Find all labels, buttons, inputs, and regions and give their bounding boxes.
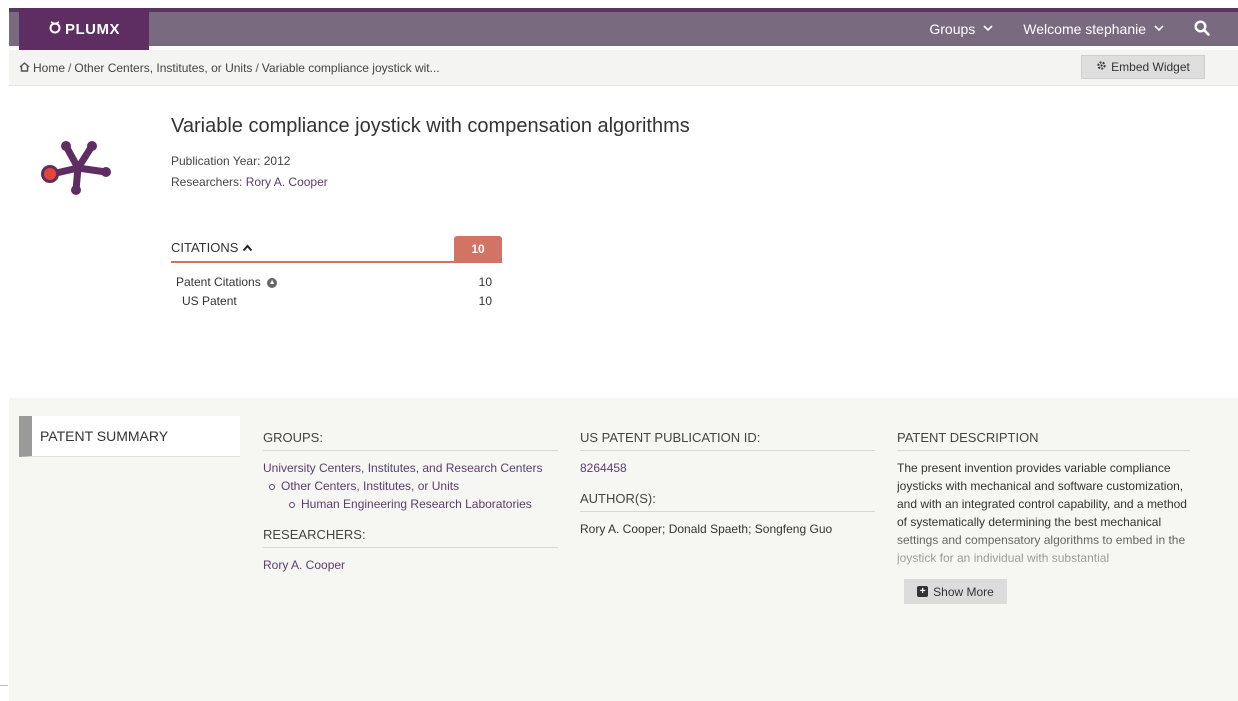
groups-column: GROUPS: University Centers, Institutes, …	[263, 430, 558, 574]
show-more-label: Show More	[933, 584, 994, 599]
description-heading: PATENT DESCRIPTION	[897, 430, 1190, 451]
breadcrumb-bar: Home / Other Centers, Institutes, or Uni…	[9, 50, 1238, 86]
description-fade	[897, 525, 1190, 585]
description-box: The present invention provides variable …	[897, 459, 1190, 585]
embed-widget-label: Embed Widget	[1111, 60, 1190, 74]
chevron-down-icon	[1154, 24, 1164, 35]
researchers-heading: RESEARCHERS:	[263, 527, 558, 548]
embed-widget-button[interactable]: Embed Widget	[1081, 55, 1205, 79]
breadcrumb-separator: /	[255, 61, 259, 75]
divider	[0, 685, 8, 686]
pub-id-column: US PATENT PUBLICATION ID: 8264458 AUTHOR…	[580, 430, 875, 538]
plumx-logo[interactable]: PLUMX	[19, 8, 149, 50]
citations-count-badge: 10	[454, 236, 502, 262]
pub-id-heading: US PATENT PUBLICATION ID:	[580, 430, 875, 451]
publication-year: Publication Year: 2012	[171, 154, 291, 168]
researchers-line: Researchers: Rory A. Cooper	[171, 175, 328, 189]
citation-row-label: US Patent	[182, 294, 237, 308]
chevron-down-icon	[983, 24, 993, 35]
citation-row-value: 10	[478, 275, 492, 289]
summary-researcher-link[interactable]: Rory A. Cooper	[263, 558, 345, 572]
researchers-prefix: Researchers:	[171, 175, 243, 189]
plus-square-icon: +	[917, 586, 929, 597]
groups-heading: GROUPS:	[263, 430, 558, 451]
group-link-university[interactable]: University Centers, Institutes, and Rese…	[263, 461, 542, 475]
breadcrumb: Home / Other Centers, Institutes, or Uni…	[19, 61, 440, 75]
search-icon	[1194, 19, 1210, 39]
group-link-herl[interactable]: Human Engineering Research Laboratories	[301, 497, 532, 511]
citations-label: CITATIONS	[171, 240, 239, 255]
gear-icon	[1096, 60, 1107, 74]
plumx-logo-icon	[48, 20, 62, 38]
authors-heading: AUTHOR(S):	[580, 491, 875, 512]
chevron-up-icon	[242, 240, 253, 255]
citation-row-label: Patent Citations ▲	[176, 275, 278, 289]
breadcrumb-home[interactable]: Home	[33, 61, 65, 75]
pub-id-link[interactable]: 8264458	[580, 461, 627, 475]
breadcrumb-current: Variable compliance joystick wit...	[261, 61, 440, 75]
logo-text: PLUMX	[65, 20, 120, 38]
description-column: PATENT DESCRIPTION The present invention…	[897, 430, 1190, 585]
citations-header[interactable]: CITATIONS 10	[171, 236, 502, 263]
show-more-button[interactable]: + Show More	[904, 579, 1007, 604]
plum-artifact-icon	[36, 132, 112, 196]
collapse-circle-icon[interactable]: ▲	[267, 277, 278, 288]
citation-row-value: 10	[478, 294, 492, 308]
patent-summary-tab[interactable]: PATENT SUMMARY	[19, 416, 240, 457]
welcome-label: Welcome stephanie	[1023, 21, 1146, 37]
breadcrumb-separator: /	[68, 61, 72, 75]
citation-row-us-patent: US Patent 10	[176, 294, 492, 308]
home-icon	[19, 61, 30, 75]
groups-list: University Centers, Institutes, and Rese…	[263, 459, 558, 513]
citations-toggle[interactable]: CITATIONS	[171, 240, 253, 255]
patent-summary-section: PATENT SUMMARY GROUPS: University Center…	[9, 398, 1238, 701]
top-nav-bar: PLUMX Groups Welcome stephanie	[9, 8, 1238, 50]
groups-label: Groups	[929, 21, 976, 37]
researcher-link[interactable]: Rory A. Cooper	[246, 175, 328, 189]
groups-menu[interactable]: Groups	[929, 21, 993, 37]
group-link-other-centers[interactable]: Other Centers, Institutes, or Units	[281, 479, 459, 493]
search-button[interactable]	[1194, 19, 1210, 39]
breadcrumb-parent[interactable]: Other Centers, Institutes, or Units	[74, 61, 252, 75]
user-menu[interactable]: Welcome stephanie	[1023, 21, 1164, 37]
authors-text: Rory A. Cooper; Donald Spaeth; Songfeng …	[580, 522, 833, 536]
page-title: Variable compliance joystick with compen…	[171, 115, 690, 137]
patent-citations-label: Patent Citations	[176, 275, 261, 289]
citation-row-patent[interactable]: Patent Citations ▲ 10	[176, 275, 492, 289]
